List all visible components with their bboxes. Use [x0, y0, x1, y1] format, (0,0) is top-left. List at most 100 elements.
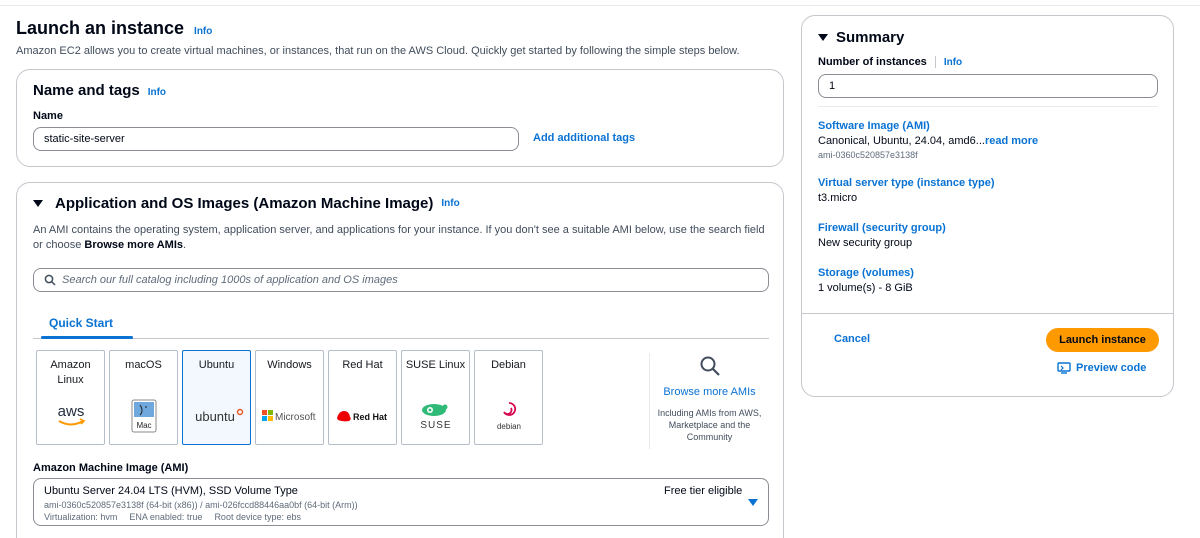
- ami-search-input[interactable]: Search our full catalog including 1000s …: [33, 268, 769, 292]
- ami-search-placeholder: Search our full catalog including 1000s …: [62, 274, 398, 286]
- launch-instance-button[interactable]: Launch instance: [1046, 328, 1159, 352]
- storage-value: 1 volume(s) - 8 GiB: [818, 282, 913, 294]
- summary-instance-type: Virtual server type (instance type) t3.m…: [818, 177, 994, 204]
- svg-text:ubuntu: ubuntu: [195, 409, 235, 424]
- storage-link[interactable]: Storage (volumes): [818, 267, 914, 279]
- tile-macos[interactable]: macOS Mac: [109, 350, 178, 445]
- svg-text:Mac: Mac: [136, 421, 151, 430]
- ami-desc-bold: Browse more AMIs: [84, 239, 183, 251]
- ami-select-label: Amazon Machine Image (AMI): [33, 462, 189, 474]
- software-image-id: ami-0360c520857e3138f: [818, 150, 918, 160]
- svg-text:Red Hat: Red Hat: [353, 412, 387, 422]
- page-description: Amazon EC2 allows you to create virtual …: [16, 45, 740, 57]
- num-instances-value: 1: [829, 80, 836, 92]
- add-additional-tags-link[interactable]: Add additional tags: [533, 132, 635, 144]
- preview-code-button[interactable]: Preview code: [1057, 362, 1146, 374]
- redhat-logo-icon: Red Hat: [329, 401, 396, 431]
- tile-label: Red Hat: [342, 359, 383, 371]
- page-info-link[interactable]: Info: [194, 26, 212, 37]
- name-tags-info-link[interactable]: Info: [148, 87, 166, 98]
- search-icon: [44, 274, 56, 286]
- ami-virt: Virtualization: hvm: [44, 512, 118, 522]
- ami-root: Root device type: ebs: [214, 512, 301, 522]
- firewall-link[interactable]: Firewall (security group): [818, 222, 946, 234]
- tile-debian[interactable]: Debian debian: [474, 350, 543, 445]
- software-image-value: Canonical, Ubuntu, 24.04, amd6...read mo…: [818, 135, 1038, 147]
- ami-title: Application and OS Images (Amazon Machin…: [55, 195, 434, 212]
- tile-label: Windows: [267, 359, 312, 371]
- name-input[interactable]: static-site-server: [33, 127, 519, 151]
- svg-text:Microsoft: Microsoft: [275, 412, 316, 423]
- cancel-button[interactable]: Cancel: [834, 333, 870, 345]
- ami-tab-bar: Quick Start: [33, 311, 769, 339]
- ubuntu-logo-icon: ubuntu: [183, 401, 250, 431]
- divider: [802, 313, 1173, 314]
- svg-text:SUSE: SUSE: [420, 420, 451, 431]
- instance-type-link[interactable]: Virtual server type (instance type): [818, 177, 994, 189]
- divider: [818, 106, 1158, 107]
- page-header: Launch an instance Info Amazon EC2 allow…: [16, 18, 784, 57]
- tab-active-indicator: [41, 336, 133, 339]
- browse-more-desc: Including AMIs from AWS, Marketplace and…: [657, 408, 762, 442]
- svg-text:debian: debian: [496, 422, 520, 431]
- tile-red-hat[interactable]: Red Hat Red Hat: [328, 350, 397, 445]
- collapse-caret-icon: [818, 34, 828, 41]
- instance-type-value: t3.micro: [818, 192, 858, 204]
- tile-label: Debian: [491, 359, 526, 371]
- mac-logo-icon: Mac: [110, 399, 177, 433]
- num-instances-row: Number of instances Info: [818, 56, 962, 68]
- divider: [934, 56, 936, 68]
- browse-more-amis-link[interactable]: Browse more AMIs: [650, 386, 769, 398]
- ami-select-ids: ami-0360c520857e3138f (64-bit (x86)) / a…: [44, 500, 358, 510]
- tile-label: SUSE Linux: [405, 359, 466, 371]
- firewall-value: New security group: [818, 237, 913, 249]
- tile-suse-linux[interactable]: SUSE Linux SUSE: [401, 350, 470, 445]
- name-tags-title: Name and tags: [33, 82, 140, 99]
- read-more-link[interactable]: read more: [985, 135, 1038, 147]
- summary-software-image: Software Image (AMI) Canonical, Ubuntu, …: [818, 120, 1038, 160]
- software-image-text: Canonical, Ubuntu, 24.04, amd6...: [818, 135, 985, 147]
- preview-code-icon: [1057, 362, 1071, 374]
- tile-label: macOS: [125, 359, 162, 371]
- debian-logo-icon: debian: [475, 401, 542, 431]
- ami-select-name: Ubuntu Server 24.04 LTS (HVM), SSD Volum…: [44, 485, 298, 497]
- ami-select[interactable]: Ubuntu Server 24.04 LTS (HVM), SSD Volum…: [33, 478, 769, 526]
- svg-text:aws: aws: [57, 403, 84, 420]
- name-input-value: static-site-server: [44, 133, 125, 145]
- tile-windows[interactable]: Windows Microsoft: [255, 350, 324, 445]
- summary-firewall: Firewall (security group) New security g…: [818, 222, 946, 249]
- collapse-caret-icon[interactable]: [33, 200, 43, 207]
- summary-storage: Storage (volumes) 1 volume(s) - 8 GiB: [818, 267, 914, 294]
- summary-title: Summary: [836, 29, 905, 46]
- tile-label: Ubuntu: [198, 359, 235, 371]
- summary-header[interactable]: Summary: [818, 29, 904, 46]
- magnifier-icon: [700, 356, 720, 376]
- ami-description: An AMI contains the operating system, ap…: [33, 223, 773, 253]
- aws-logo-icon: aws: [37, 401, 104, 431]
- browse-more-amis[interactable]: Browse more AMIs Including AMIs from AWS…: [649, 353, 769, 449]
- ami-ena: ENA enabled: true: [129, 512, 203, 522]
- quick-start-tiles: Amazon Linux aws macOS Mac Ubuntu ubuntu…: [36, 350, 543, 445]
- microsoft-logo-icon: Microsoft: [256, 401, 323, 431]
- ami-info-link[interactable]: Info: [441, 198, 459, 209]
- dropdown-caret-icon: [748, 499, 758, 506]
- ami-panel: Application and OS Images (Amazon Machin…: [16, 182, 784, 538]
- name-and-tags-panel: Name and tags Info Name static-site-serv…: [16, 69, 784, 167]
- tile-label: Amazon Linux: [50, 359, 91, 386]
- ami-desc-end: .: [183, 239, 187, 251]
- tab-quick-start[interactable]: Quick Start: [49, 316, 113, 336]
- ami-select-attrs: Virtualization: hvm ENA enabled: true Ro…: [44, 512, 301, 522]
- name-label: Name: [33, 110, 63, 122]
- free-tier-badge: Free tier eligible: [664, 485, 743, 497]
- num-instances-label: Number of instances: [818, 56, 927, 68]
- top-border: [0, 0, 1200, 6]
- num-instances-info-link[interactable]: Info: [944, 57, 962, 68]
- page-title: Launch an instance: [16, 18, 185, 38]
- num-instances-input[interactable]: 1: [818, 74, 1158, 98]
- tile-ubuntu[interactable]: Ubuntu ubuntu: [182, 350, 251, 445]
- preview-code-label: Preview code: [1076, 362, 1147, 374]
- software-image-link[interactable]: Software Image (AMI): [818, 120, 1038, 132]
- suse-logo-icon: SUSE: [402, 401, 469, 431]
- tile-amazon-linux[interactable]: Amazon Linux aws: [36, 350, 105, 445]
- summary-panel: Summary Number of instances Info 1 Softw…: [801, 15, 1174, 397]
